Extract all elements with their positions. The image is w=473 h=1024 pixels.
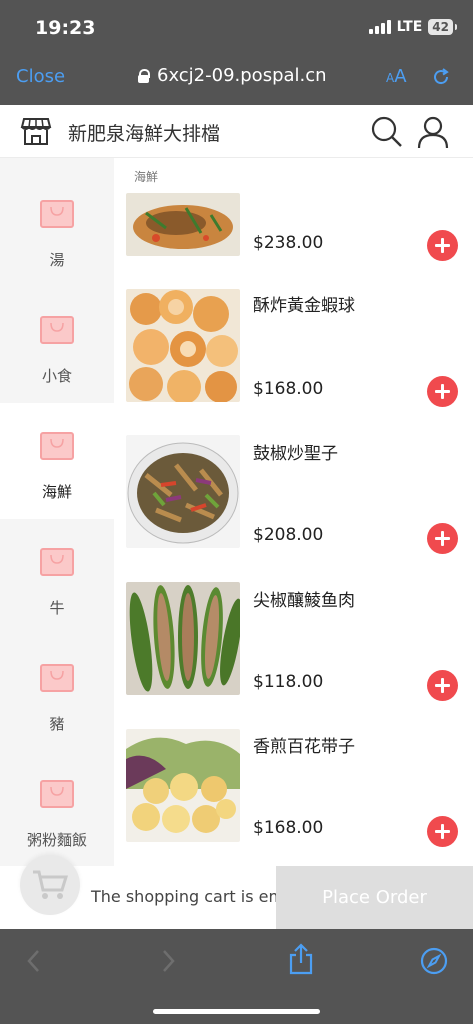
chevron-right-icon[interactable]: [162, 949, 176, 973]
product-price: $208.00: [253, 525, 324, 545]
product-list: 海鮮 $238.00 酥炸黃金蝦球 $168.00 鼓椒炒聖子 $208.00 …: [114, 158, 473, 868]
chevron-left-icon[interactable]: [26, 949, 40, 973]
category-label: 牛: [49, 599, 65, 617]
shopping-bag-icon: [40, 780, 74, 808]
category-item-snacks[interactable]: 小食: [0, 287, 114, 403]
cart-button[interactable]: [20, 855, 80, 915]
add-to-cart-button[interactable]: [427, 816, 458, 847]
add-to-cart-button[interactable]: [427, 230, 458, 261]
add-to-cart-button[interactable]: [427, 670, 458, 701]
close-button[interactable]: Close: [16, 66, 65, 87]
network-type: LTE: [396, 19, 423, 35]
lock-icon: [138, 69, 150, 83]
compass-icon[interactable]: [420, 947, 448, 975]
product-name: 香煎百花带子: [253, 737, 355, 757]
product-image: [126, 582, 240, 695]
category-item-pork[interactable]: 豬: [0, 635, 114, 751]
browser-chrome: 19:23 LTE 42 Close 6xcj2-09.pospal.cn AA: [0, 0, 473, 105]
category-item-beef[interactable]: 牛: [0, 519, 114, 635]
category-item-rice-noodles[interactable]: 粥粉麵飯: [0, 751, 114, 867]
product-image: [126, 289, 240, 402]
category-label: 湯: [49, 251, 65, 269]
reload-icon[interactable]: [430, 66, 452, 88]
store-name: 新肥泉海鮮大排檔: [68, 123, 221, 145]
category-label: 粥粉麵飯: [26, 831, 87, 849]
shopping-bag-icon: [40, 548, 74, 576]
add-to-cart-button[interactable]: [427, 523, 458, 554]
store-header: 新肥泉海鮮大排檔: [0, 105, 473, 158]
place-order-button[interactable]: Place Order: [276, 866, 473, 929]
product-name: 酥炸黃金蝦球: [253, 296, 355, 316]
home-indicator: [153, 1009, 320, 1014]
category-label: 小食: [41, 367, 72, 385]
section-label: 海鮮: [134, 170, 159, 184]
product-name: 尖椒釀鯪鱼肉: [253, 591, 355, 611]
product-price: $168.00: [253, 818, 324, 838]
status-time: 19:23: [35, 17, 96, 39]
product-name: 鼓椒炒聖子: [253, 444, 338, 464]
storefront-icon: [20, 118, 52, 145]
reader-settings-button[interactable]: AA: [386, 66, 407, 87]
cart-icon: [33, 870, 68, 899]
product-price: $238.00: [253, 233, 324, 253]
product-price: $118.00: [253, 672, 324, 692]
product-image: [126, 729, 240, 842]
search-icon[interactable]: [370, 115, 404, 149]
battery-icon: 42: [428, 19, 457, 35]
share-icon[interactable]: [288, 943, 314, 975]
product-image: [126, 435, 240, 548]
category-item-seafood[interactable]: 海鮮: [0, 403, 114, 519]
user-icon[interactable]: [416, 115, 450, 149]
shopping-bag-icon: [40, 200, 74, 228]
shopping-bag-icon: [40, 316, 74, 344]
status-indicators: LTE 42: [368, 19, 457, 35]
shopping-bag-icon: [40, 664, 74, 692]
product-price: $168.00: [253, 379, 324, 399]
category-item-soup[interactable]: 湯: [0, 171, 114, 287]
url-text: 6xcj2-09.pospal.cn: [157, 65, 327, 86]
add-to-cart-button[interactable]: [427, 376, 458, 407]
address-bar[interactable]: 6xcj2-09.pospal.cn: [138, 65, 327, 86]
category-label: 豬: [49, 715, 65, 733]
category-sidebar: 湯 小食 海鮮 牛 豬 粥粉麵飯: [0, 158, 114, 868]
shopping-bag-icon: [40, 432, 74, 460]
product-image: [126, 193, 240, 256]
category-label: 海鮮: [41, 483, 72, 501]
signal-icon: [368, 20, 391, 34]
